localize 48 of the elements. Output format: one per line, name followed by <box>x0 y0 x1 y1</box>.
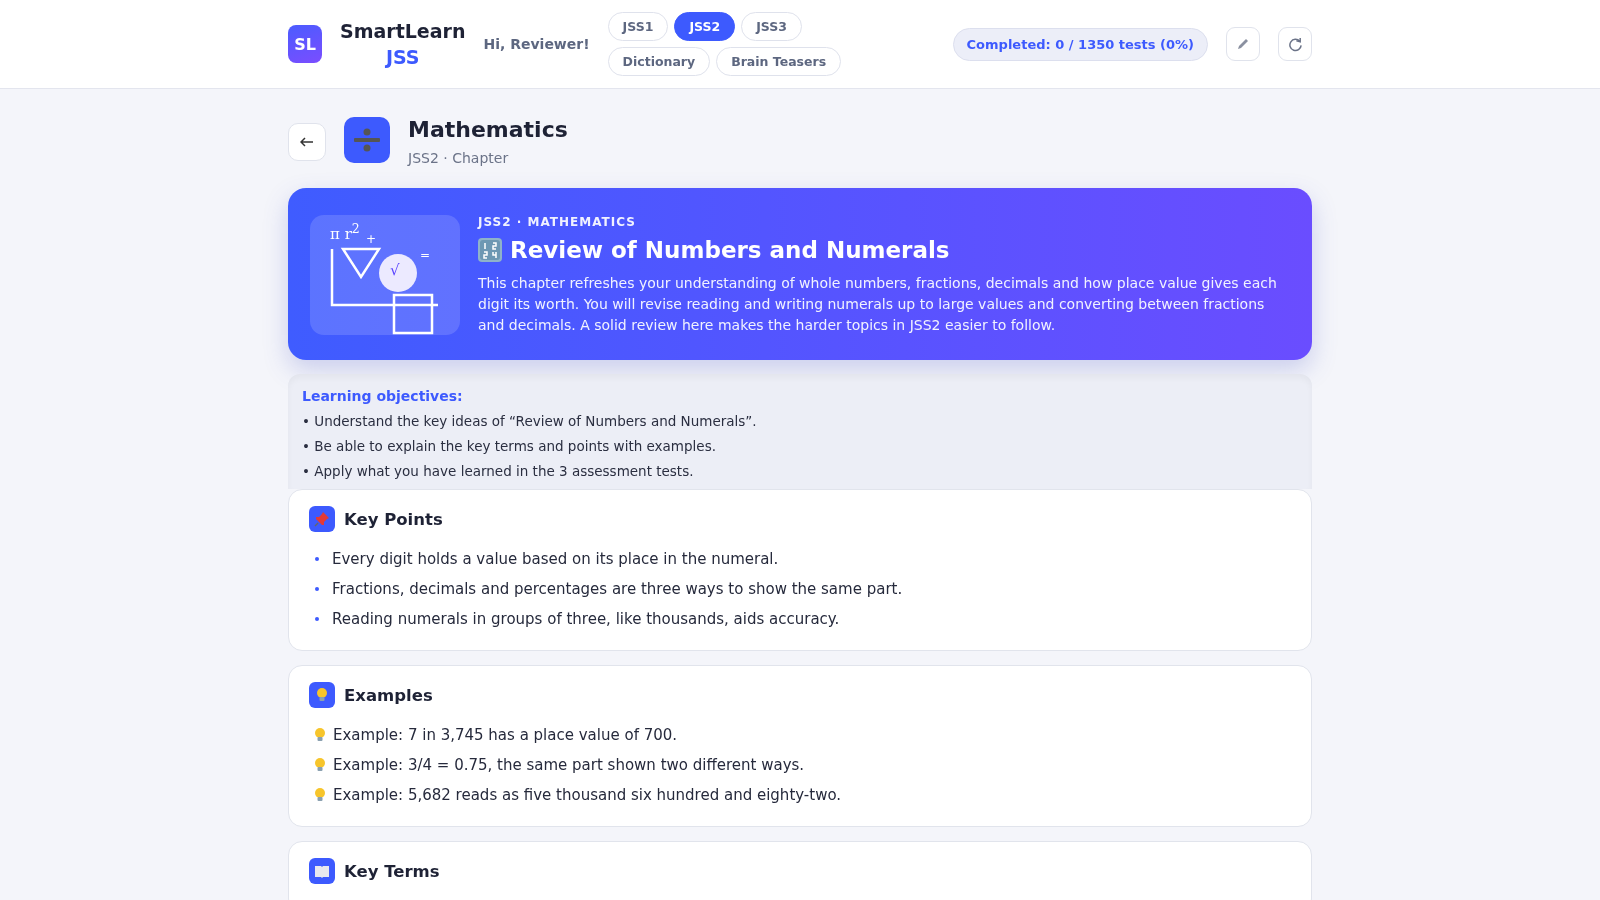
brand-name: SmartLearn <box>340 20 466 42</box>
math-symbol: √ <box>390 263 400 278</box>
objective-item: • Apply what you have learned in the 3 assessment tests. <box>302 463 695 479</box>
progress-badge: Completed: 0 / 1350 tests (0%) <box>952 27 1208 61</box>
back-button[interactable] <box>288 123 326 161</box>
pushpin-icon <box>314 511 330 527</box>
bullet-icon <box>315 587 319 591</box>
lightbulb-icon <box>313 787 327 803</box>
example-item: Example: 7 in 3,745 has a place value of 700. <box>333 726 678 744</box>
pencil-icon <box>1236 37 1250 51</box>
level-tab[interactable]: Brain Teasers <box>716 47 842 76</box>
subject-subtitle: JSS2 · Chapter <box>408 150 510 166</box>
lightbulb-icon <box>313 727 327 743</box>
objective-item: • Be able to explain the key terms and points with examples. <box>302 438 717 454</box>
section-title: Key Points <box>344 509 443 529</box>
level-tab[interactable]: JSS2 <box>674 12 736 41</box>
app-logo: SL <box>288 25 322 63</box>
numbers-icon <box>478 238 502 262</box>
book-icon <box>314 864 330 878</box>
key-point: Every digit holds a value based on its place in the numeral. <box>332 550 779 568</box>
level-tab[interactable]: Dictionary <box>607 47 711 76</box>
bullet-icon <box>315 617 319 621</box>
chapter-description: This chapter refreshes your understanding of whole numbers, fractions, decimals and how place value gives each digit its worth. You will revise reading and writing numerals up to large values and converting between fractions and decimals. A solid review here makes the harder topics in JSS2 easier to follow. <box>478 274 1278 335</box>
example-item: Example: 5,682 reads as five thousand six hundred and eighty-two. <box>333 786 842 804</box>
math-symbol: π r$^{2}$ <box>330 223 360 242</box>
lightbulb-icon <box>313 757 327 773</box>
lightbulb-icon <box>315 687 329 703</box>
key-point: Reading numerals in groups of three, like thousands, aids accuracy. <box>332 610 840 628</box>
level-tab[interactable]: JSS1 <box>607 12 669 41</box>
chapter-eyebrow: JSS2 · MATHEMATICS <box>478 215 637 229</box>
refresh-button[interactable] <box>1278 27 1312 61</box>
subject-title: Mathematics <box>408 117 568 142</box>
refresh-icon <box>1287 36 1303 52</box>
math-symbol: + <box>366 233 377 245</box>
bullet-icon <box>315 557 319 561</box>
example-item: Example: 3/4 = 0.75, the same part shown two different ways. <box>333 756 805 774</box>
key-point: Fractions, decimals and percentages are three ways to show the same part. <box>332 580 903 598</box>
math-symbol: = <box>420 249 431 261</box>
section-title: Key Terms <box>344 861 440 881</box>
brand-subtitle: JSS <box>385 46 420 68</box>
subject-icon <box>344 117 390 163</box>
chapter-title: Review of Numbers and Numerals <box>510 237 950 263</box>
objectives-title: Learning objectives: <box>302 388 464 404</box>
objective-item: • Understand the key ideas of “Review of Numbers and Numerals”. <box>302 413 758 429</box>
greeting: Hi, Reviewer! <box>483 36 590 52</box>
section-title: Examples <box>344 685 433 705</box>
back-arrow-icon <box>300 137 314 147</box>
level-tab[interactable]: JSS3 <box>741 12 802 41</box>
